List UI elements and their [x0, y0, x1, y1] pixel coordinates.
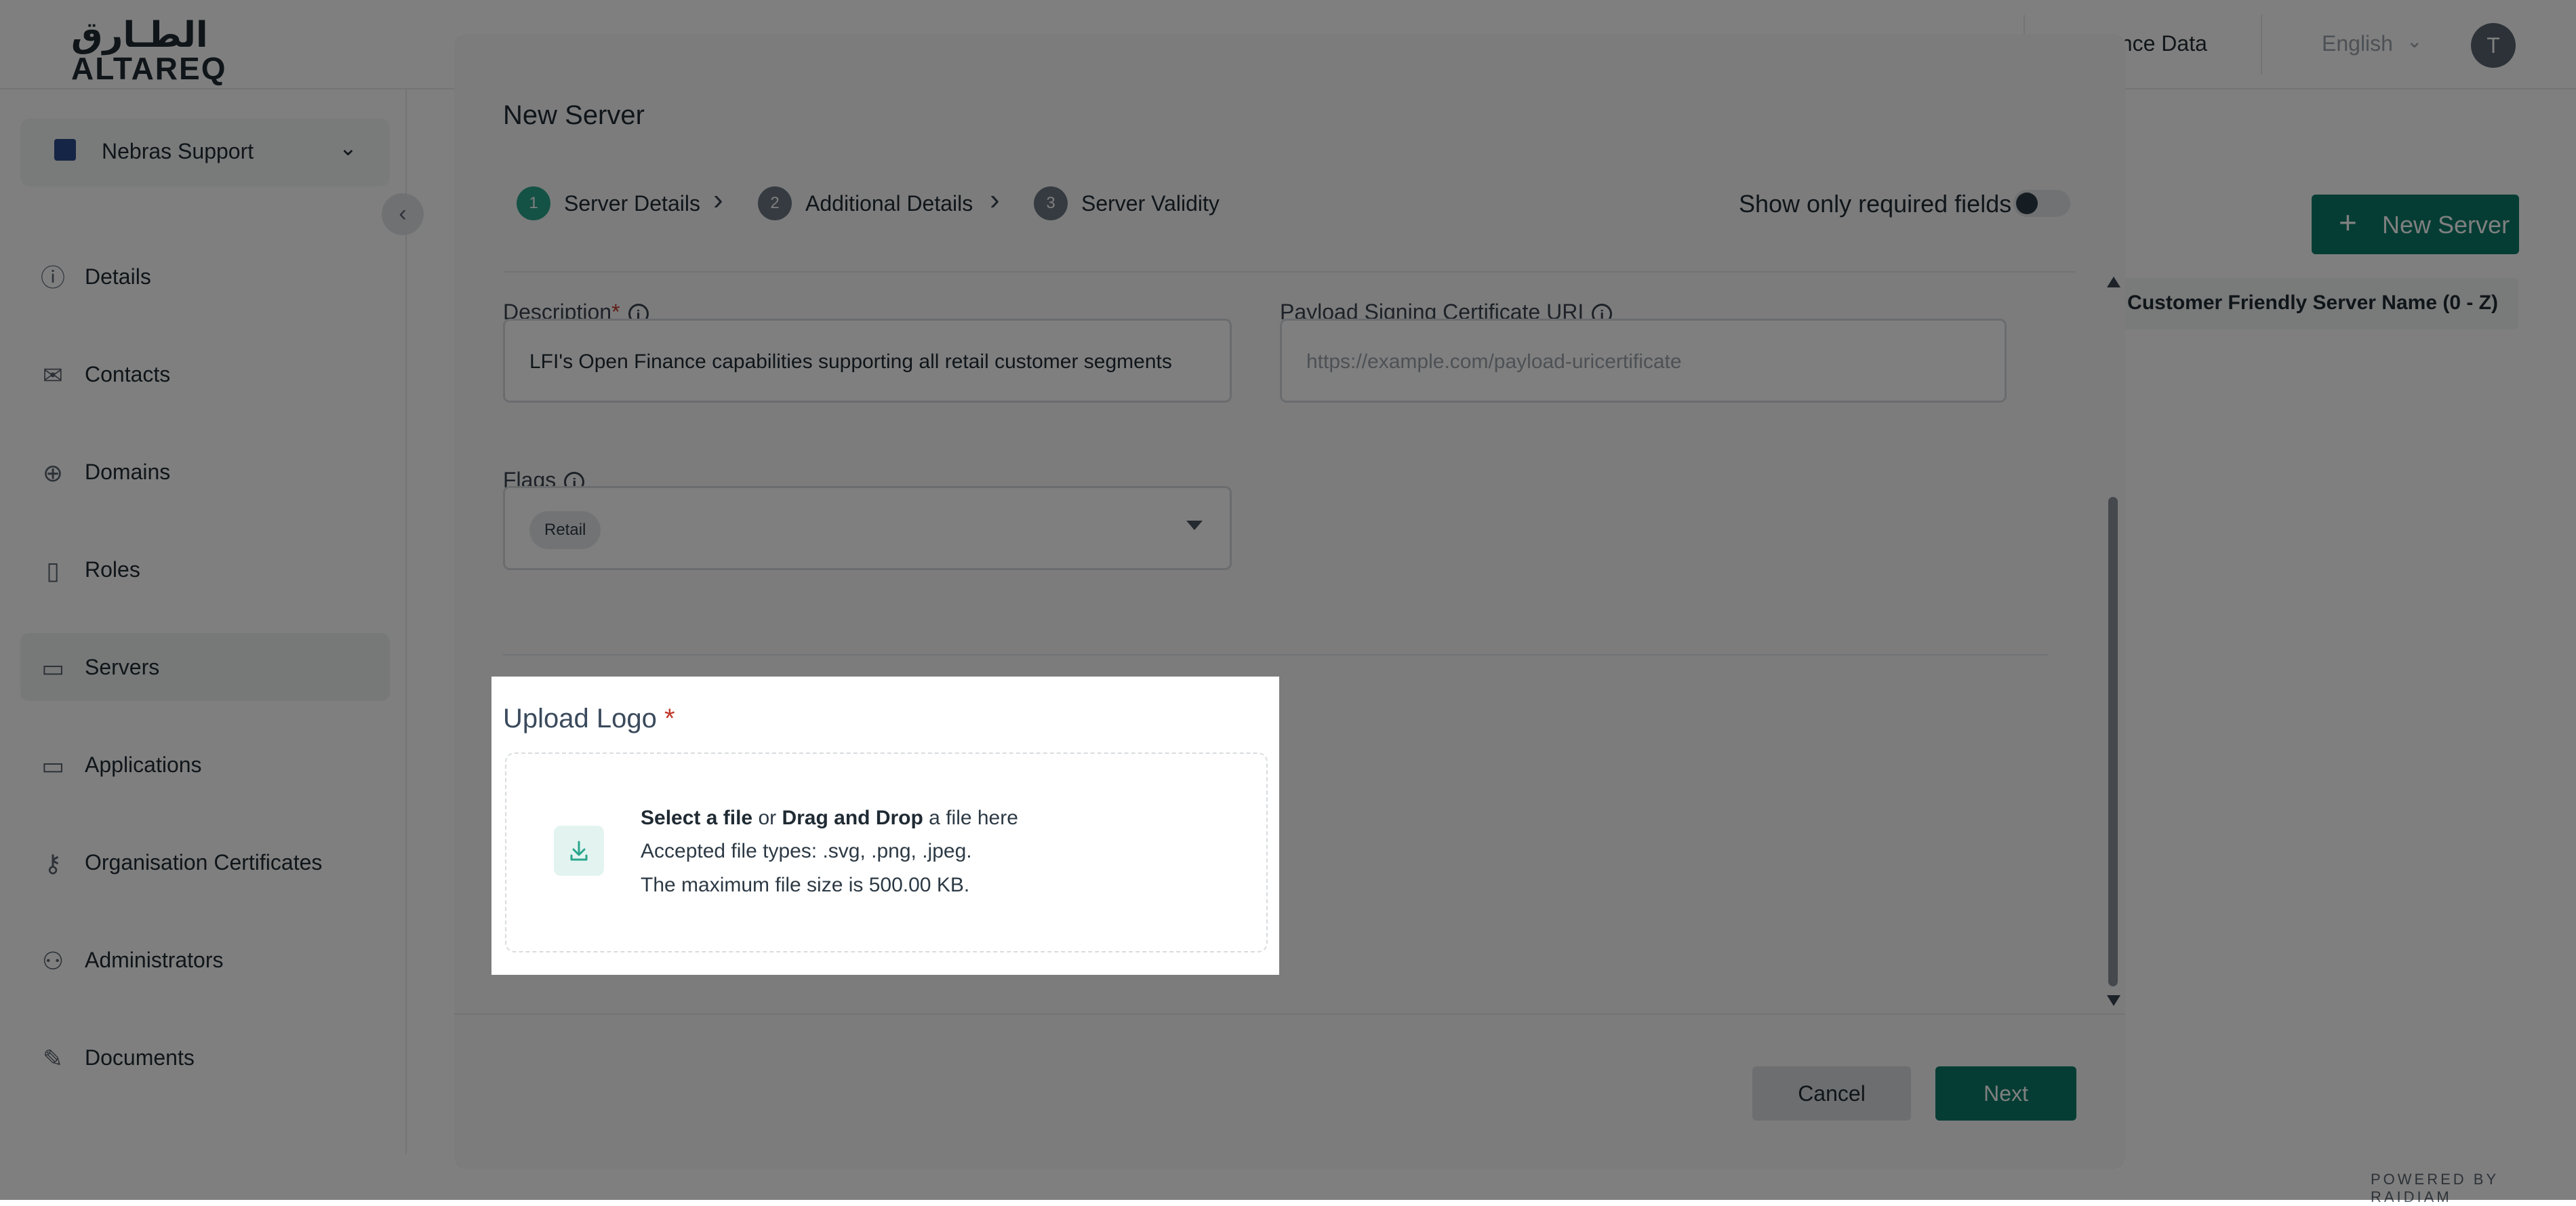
or-text: or — [758, 807, 777, 829]
max-file-size: The maximum file size is 500.00 KB. — [641, 874, 970, 896]
download-icon — [554, 826, 604, 876]
accepted-file-types: Accepted file types: .svg, .png, .jpeg. — [641, 840, 972, 862]
dropzone-instructions: Select a file or Drag and Drop a file he… — [641, 807, 1018, 830]
upload-logo-section: Upload Logo * Select a file or Drag and … — [491, 677, 1279, 975]
required-mark: * — [664, 704, 675, 733]
upload-logo-title-text: Upload Logo — [503, 704, 657, 733]
select-file-link[interactable]: Select a file — [641, 807, 752, 829]
logo-dropzone[interactable]: Select a file or Drag and Drop a file he… — [505, 752, 1268, 952]
dropzone-suffix: a file here — [929, 807, 1018, 829]
drag-drop-text: Drag and Drop — [782, 807, 923, 829]
upload-logo-title: Upload Logo * — [503, 704, 675, 734]
spotlight-dim — [454, 34, 2125, 1169]
